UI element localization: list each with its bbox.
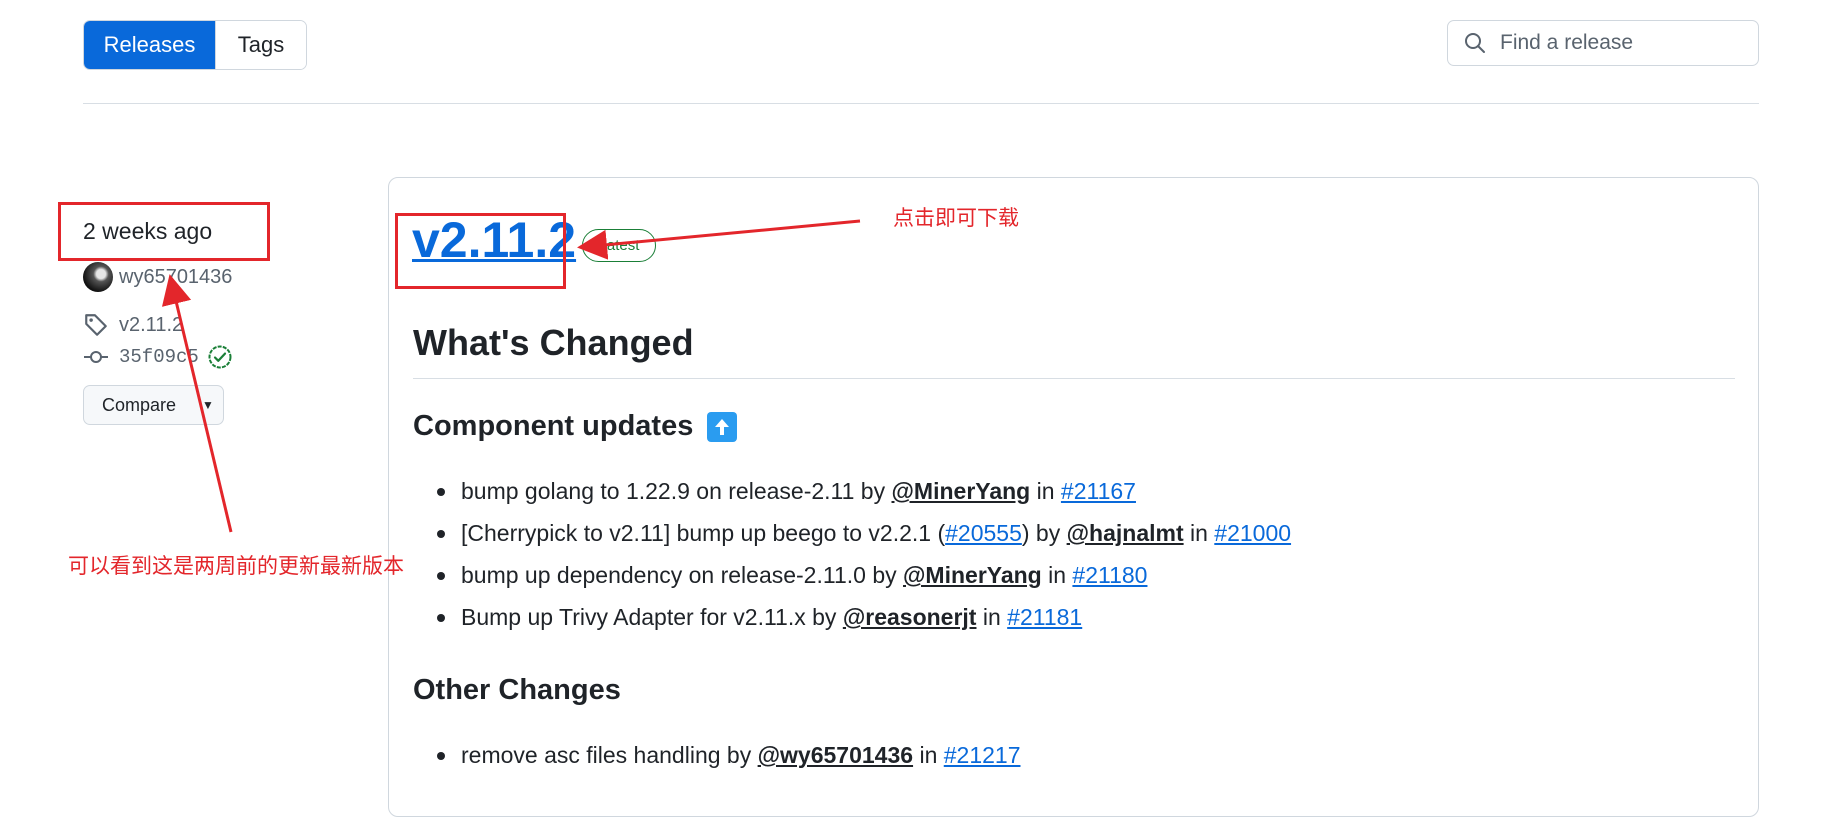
arrow-to-author [161,274,233,533]
annotation-arrows [161,219,861,533]
arrow-to-title [577,219,861,260]
